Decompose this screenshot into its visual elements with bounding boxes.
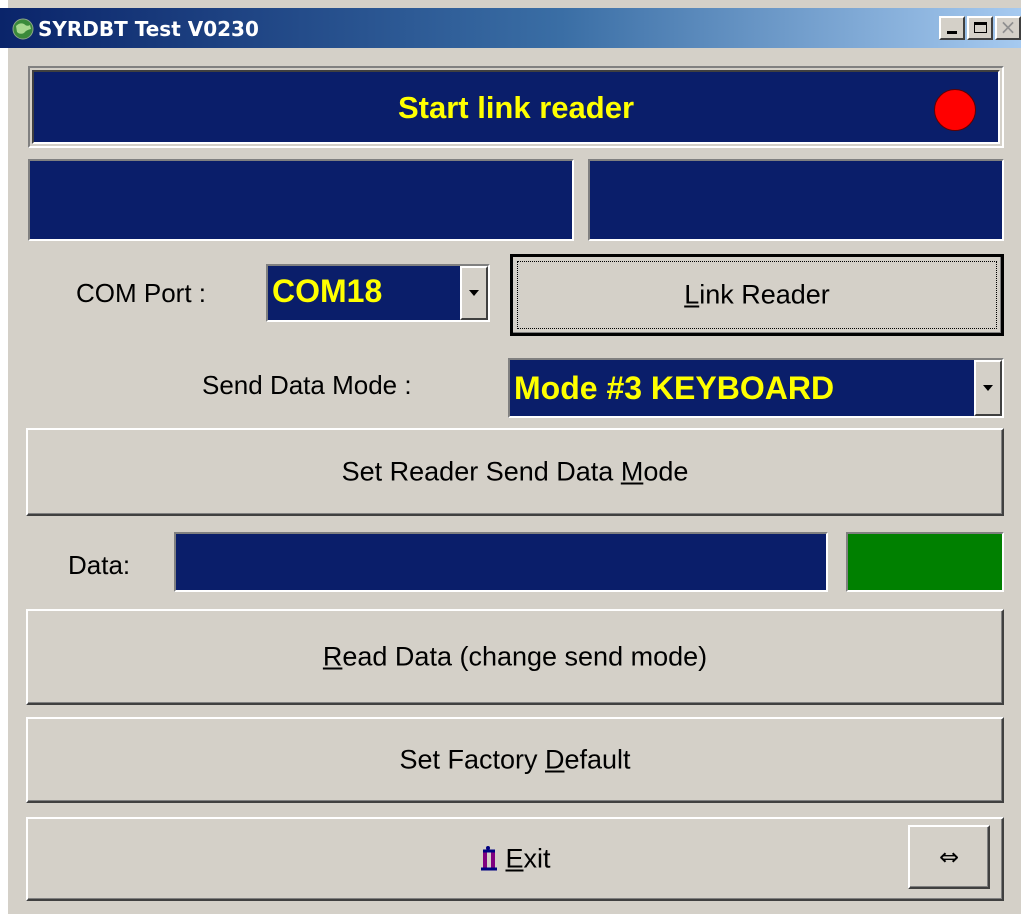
com-port-label: COM Port : (76, 278, 207, 308)
exit-button[interactable]: Exit (26, 817, 1004, 901)
data-field[interactable] (174, 532, 828, 592)
set-mode-mnemonic: M (620, 456, 644, 487)
data-label: Data: (68, 550, 131, 580)
title-bar-controls: × (939, 15, 1021, 40)
swap-button[interactable]: ⇔ (908, 825, 990, 889)
factory-default-button[interactable]: Set Factory Default (26, 717, 1004, 803)
set-mode-label-a: Set Reader Send Data (341, 456, 621, 487)
read-data-button[interactable]: Read Data (change send mode) (26, 609, 1004, 705)
swap-arrows-icon: ⇔ (938, 843, 960, 871)
minimize-button[interactable] (939, 16, 965, 40)
exit-mnemonic: E (505, 843, 524, 874)
window-title: SYRDBT Test V0230 (38, 17, 259, 41)
set-mode-label-b: ode (643, 456, 689, 487)
status-led-indicator (934, 89, 976, 131)
send-mode-value: Mode #3 KEYBOARD (514, 370, 835, 406)
factory-mnemonic: D (544, 744, 565, 775)
link-mnemonic: L (684, 279, 700, 310)
chevron-down-icon[interactable] (460, 266, 488, 320)
data-status-indicator (846, 532, 1004, 592)
close-icon: × (999, 15, 1017, 39)
info-box-left (28, 159, 574, 241)
chevron-down-icon[interactable] (974, 360, 1002, 416)
minimize-icon (947, 31, 957, 34)
maximize-button[interactable] (967, 16, 993, 40)
link-reader-button[interactable]: Link Reader (510, 254, 1004, 336)
app-window: SYRDBT Test V0230 × Start link reader CO… (0, 0, 1021, 914)
com-port-select[interactable]: COM18 (266, 264, 490, 322)
factory-label-b: efault (564, 744, 631, 775)
send-mode-select[interactable]: Mode #3 KEYBOARD (508, 358, 1004, 418)
send-mode-label: Send Data Mode : (202, 370, 412, 400)
read-label: ead Data (change send mode) (342, 641, 708, 672)
set-send-mode-button[interactable]: Set Reader Send Data Mode (26, 428, 1004, 516)
read-mnemonic: R (322, 641, 343, 672)
link-label: ink Reader (699, 279, 830, 310)
close-button[interactable]: × (995, 15, 1021, 40)
exit-door-icon (481, 846, 498, 871)
maximize-icon (974, 22, 987, 33)
com-port-value: COM18 (272, 273, 383, 309)
exit-label: xit (523, 843, 551, 874)
app-globe-icon (12, 18, 34, 40)
title-bar[interactable]: SYRDBT Test V0230 × (0, 8, 1021, 48)
status-text: Start link reader (397, 90, 635, 125)
status-panel: Start link reader (28, 66, 1004, 148)
factory-label-a: Set Factory (399, 744, 545, 775)
status-display: Start link reader (32, 70, 1000, 144)
info-box-right (588, 159, 1004, 241)
